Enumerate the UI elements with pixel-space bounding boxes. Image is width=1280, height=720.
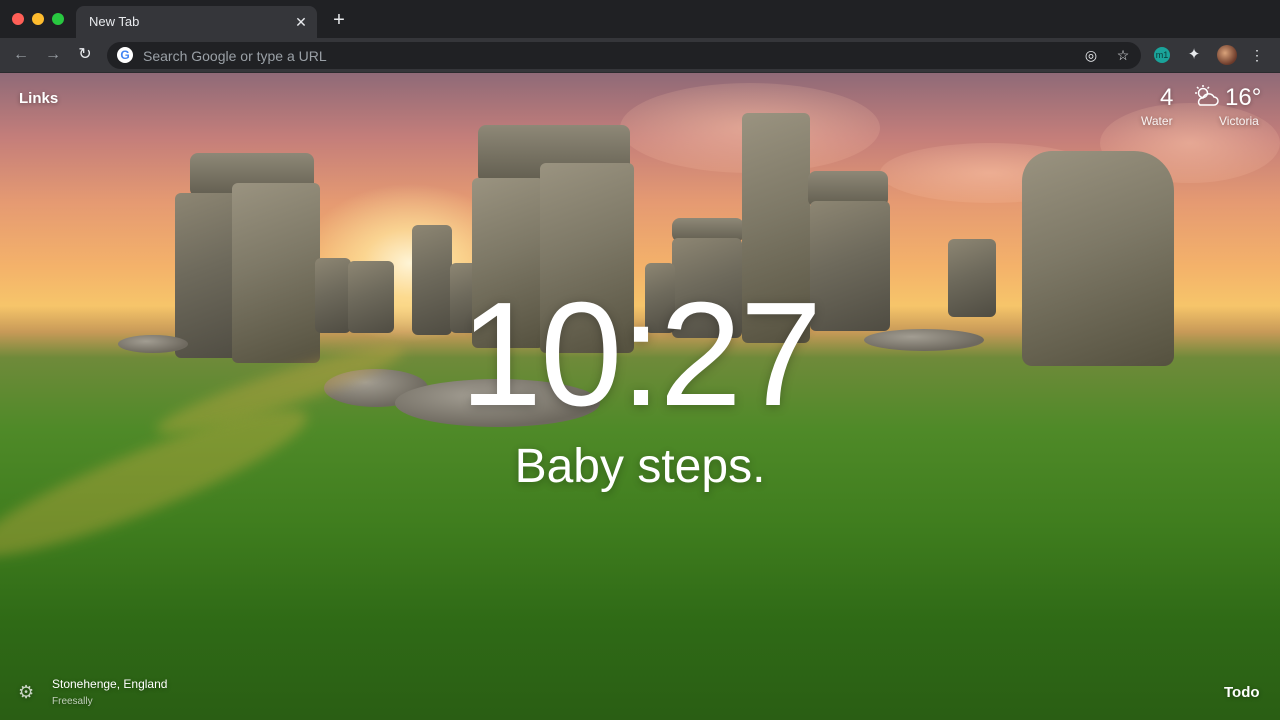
partly-cloudy-icon[interactable] [1192,84,1220,108]
back-icon[interactable]: ← [9,43,33,67]
photo-credit[interactable]: Freesally [52,696,93,707]
browser-toolbar: ← → ↻ G ◎ ☆ m1 ✦ ⋮ [0,38,1280,73]
extension-m1-icon[interactable]: m1 [1154,47,1170,63]
settings-gear-icon[interactable]: ⚙ [18,682,34,703]
close-window-button[interactable] [12,13,24,25]
photo-location[interactable]: Stonehenge, England [52,677,167,691]
new-tab-button[interactable]: + [329,10,349,30]
weather-location: Victoria [1219,114,1259,128]
clock-time[interactable]: 10:27 [0,280,1280,430]
close-icon[interactable]: ✕ [293,14,309,30]
maximize-window-button[interactable] [52,13,64,25]
extensions-puzzle-icon[interactable]: ✦ [1185,46,1203,64]
kebab-menu-icon[interactable]: ⋮ [1250,46,1264,64]
todo-button[interactable]: Todo [1224,684,1260,701]
search-input[interactable] [141,45,1045,67]
tab-title: New Tab [89,14,140,29]
weather-left-value[interactable]: 4 [1160,84,1173,112]
tab-strip: New Tab ✕ + [0,0,1280,38]
minimize-window-button[interactable] [32,13,44,25]
mantra-text: Baby steps. [514,440,766,493]
reload-icon[interactable]: ↻ [73,43,97,67]
profile-avatar[interactable] [1217,45,1237,65]
address-bar[interactable]: G ◎ ☆ [107,42,1141,69]
forward-icon[interactable]: → [41,43,65,67]
tab-new-tab[interactable]: New Tab ✕ [76,6,317,38]
links-button[interactable]: Links [19,90,58,107]
weather-left-label: Water [1141,114,1173,128]
location-icon[interactable]: ◎ [1083,47,1099,63]
weather-temperature[interactable]: 16° [1225,84,1261,112]
google-icon: G [117,47,133,63]
bookmark-star-icon[interactable]: ☆ [1115,47,1131,63]
